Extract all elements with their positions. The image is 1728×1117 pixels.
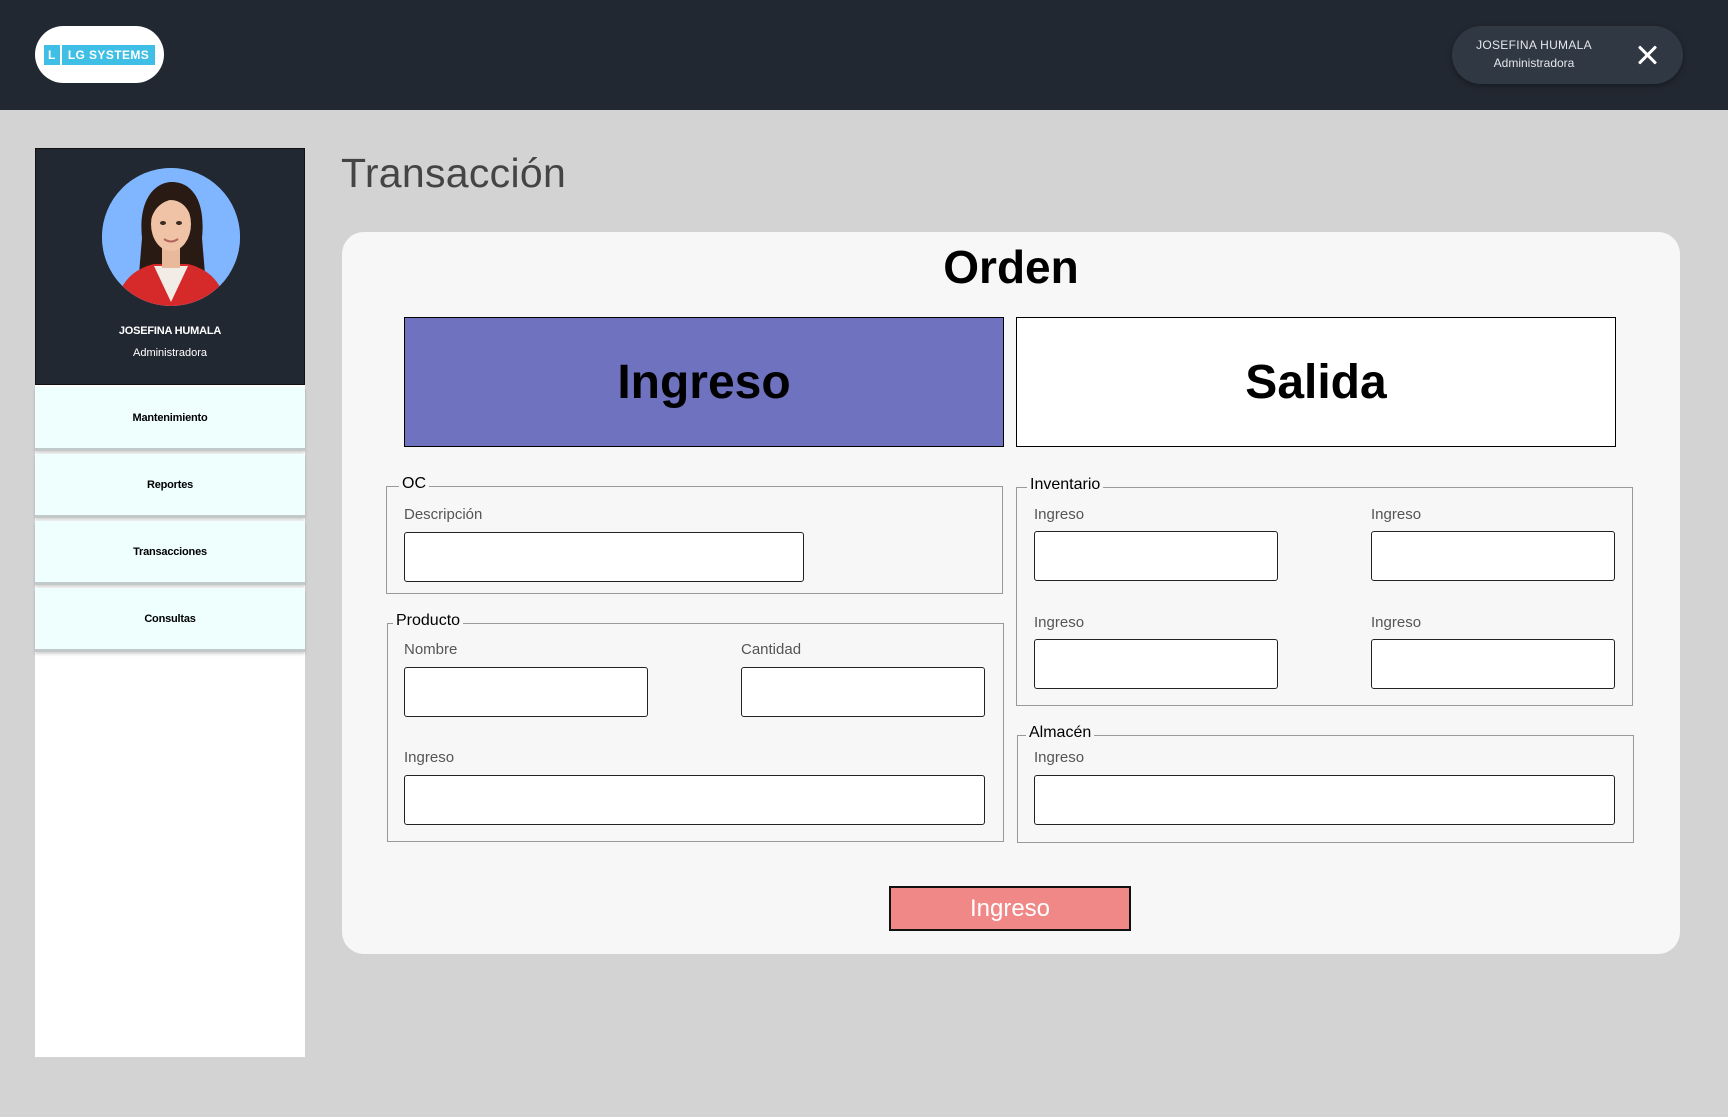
inventario-ingreso-input-4[interactable] (1371, 639, 1615, 689)
producto-legend: Producto (393, 612, 464, 630)
almacen-group: Almacén Ingreso (1017, 724, 1634, 843)
inventario-ingreso-label-3: Ingreso (1034, 614, 1085, 631)
cantidad-label: Cantidad (741, 641, 802, 658)
close-icon[interactable] (1632, 40, 1662, 70)
inventario-ingreso-input-3[interactable] (1034, 639, 1278, 689)
producto-group: Producto Nombre Cantidad Ingreso (387, 612, 1004, 842)
inventario-group: Inventario Ingreso Ingreso Ingreso Ingre… (1016, 476, 1633, 706)
inventario-legend: Inventario (1027, 476, 1104, 494)
order-card: Orden Ingreso Salida OC Descripción Prod… (342, 232, 1680, 954)
nombre-label: Nombre (404, 641, 458, 658)
avatar-image (102, 168, 240, 306)
header-user-role: Administradora (1493, 56, 1575, 70)
almacen-legend: Almacén (1026, 724, 1095, 742)
submit-button[interactable]: Ingreso (889, 886, 1131, 931)
header-user-name: JOSEFINA HUMALA (1476, 38, 1592, 52)
sidebar-item-transacciones[interactable]: Transacciones (35, 521, 305, 585)
logo[interactable]: L LG SYSTEMS (35, 26, 164, 83)
almacen-ingreso-input[interactable] (1034, 775, 1615, 825)
oc-legend: OC (399, 475, 429, 493)
page-title: Transacción (341, 150, 567, 196)
sidebar-item-reportes[interactable]: Reportes (35, 454, 305, 518)
inventario-ingreso-input-1[interactable] (1034, 531, 1278, 581)
inventario-ingreso-input-2[interactable] (1371, 531, 1615, 581)
profile-card: JOSEFINA HUMALA Administradora (35, 148, 305, 385)
sidebar: JOSEFINA HUMALA Administradora Mantenimi… (35, 148, 305, 1057)
card-title: Orden (943, 241, 1079, 293)
producto-ingreso-label: Ingreso (404, 749, 455, 766)
descripcion-input[interactable] (404, 532, 804, 582)
logo-text: LG SYSTEMS (67, 47, 150, 62)
sidebar-item-mantenimiento[interactable]: Mantenimiento (35, 387, 305, 451)
profile-name: JOSEFINA HUMALA (118, 325, 222, 337)
tab-salida[interactable]: Salida (1016, 317, 1616, 447)
almacen-ingreso-label: Ingreso (1034, 749, 1085, 766)
top-bar: L LG SYSTEMS JOSEFINA HUMALA Administrad… (0, 0, 1728, 110)
nombre-input[interactable] (404, 667, 648, 717)
producto-ingreso-input[interactable] (404, 775, 985, 825)
inventario-ingreso-label-2: Ingreso (1371, 506, 1422, 523)
inventario-ingreso-label-4: Ingreso (1371, 614, 1422, 631)
logo-mark: L LG SYSTEMS (43, 44, 156, 65)
avatar (102, 168, 240, 306)
cantidad-input[interactable] (741, 667, 985, 717)
descripcion-label: Descripción (404, 506, 483, 523)
tab-ingreso[interactable]: Ingreso (404, 317, 1004, 447)
logo-letter: L (44, 44, 62, 65)
oc-group: OC Descripción (386, 475, 1003, 594)
profile-role: Administradora (133, 347, 207, 359)
user-menu[interactable]: JOSEFINA HUMALA Administradora (1452, 26, 1683, 84)
sidebar-item-consultas[interactable]: Consultas (35, 588, 305, 652)
inventario-ingreso-label-1: Ingreso (1034, 506, 1085, 523)
